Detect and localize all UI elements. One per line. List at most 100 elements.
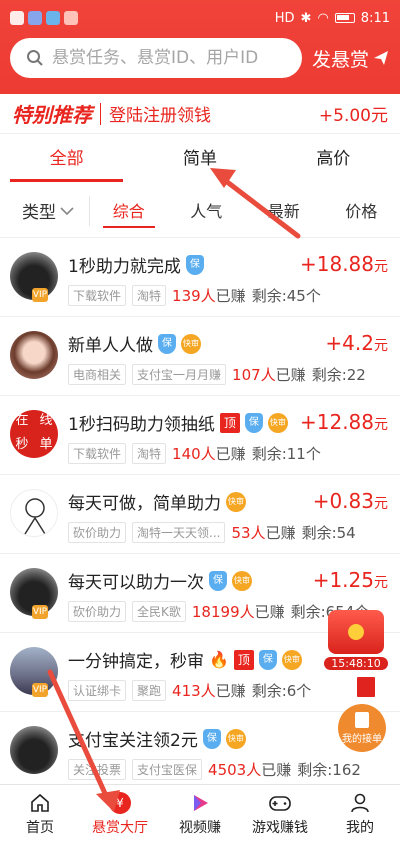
special-recommend-banner[interactable]: 特别推荐 登陆注册领钱 +5.00元 [0,94,400,134]
task-tag: 砍价助力 [68,601,127,622]
fast-review-badge: 快审 [232,570,252,591]
fast-review-badge: 快审 [181,333,201,354]
vip-badge: VIP [32,605,48,619]
reward-amount: +18.88 [299,252,374,276]
red-packet-icon [328,610,384,654]
task-title: 每天可以助力一次 [68,573,204,593]
nav-video-earn[interactable]: 视频赚 [160,785,240,844]
task-tag: 关注投票 [68,759,127,780]
earned-count: 53人已赚 [231,522,295,543]
my-orders-label: 我的接单 [342,734,382,745]
type-filter-dropdown[interactable]: 类型 [0,195,90,226]
remaining-count: 剩余:54 [301,524,356,542]
task-title-row: 支付宝关注领2元 保 快审 [68,726,246,751]
network-indicator: HD [274,10,295,26]
earned-count: 413人已赚 [172,680,246,701]
tab-simple[interactable]: 简单 [133,134,266,184]
task-tag: 淘特 [132,285,167,306]
fire-icon: 🔥 [209,650,229,669]
nav-bounty-hall[interactable]: ¥ 悬赏大厅 [80,785,160,844]
reward-unit: 元 [374,575,388,591]
task-title-row: 1秒扫码助力领抽纸 顶 保 快审 [68,410,288,435]
search-box[interactable] [10,38,302,78]
nav-mine-label: 我的 [346,820,374,836]
home-icon [31,793,49,812]
task-tag: 支付宝一月月赚 [132,364,227,385]
nav-home-label: 首页 [26,820,54,836]
task-tag: 下载软件 [68,285,127,306]
task-list: VIP 1秒助力就完成 保 +18.88元 下载软件 淘特 139人已赚 剩余:… [0,238,400,791]
avatar-char: 在 [15,413,29,428]
app-notification-icon [64,11,78,25]
fast-review-badge: 快审 [267,412,288,433]
earned-number: 139人 [172,287,216,305]
task-title-row: 1秒助力就完成 保 [68,252,204,277]
reward-unit: 元 [374,417,388,433]
status-bar: HD ✱ ◠ 8:11 [0,0,400,36]
guarantee-badge: 保 [258,649,277,670]
earned-count: 18199人已赚 [192,601,285,622]
task-tag: 淘特 [132,443,167,464]
vip-badge: VIP [32,683,48,697]
earned-suffix: 已赚 [215,445,246,463]
task-title-row: 每天可以助力一次 保 快审 [68,568,252,593]
task-reward: +18.88元 [300,252,388,276]
tab-all[interactable]: 全部 [0,134,133,184]
earned-number: 107人 [232,366,276,384]
sort-tab-overall[interactable]: 综合 [102,194,155,228]
sort-tab-popular[interactable]: 人气 [180,194,232,228]
status-time: 8:11 [360,10,390,26]
divider [100,102,101,125]
remaining-count: 剩余:11个 [251,445,321,463]
task-meta: 下载软件 淘特 140人已赚 剩余:11个 [68,443,400,464]
task-reward: +12.88元 [300,410,388,434]
reward-unit: 元 [374,496,388,512]
nav-bounty-hall-label: 悬赏大厅 [92,820,148,836]
task-title: 支付宝关注领2元 [68,731,198,751]
nav-game-earn-label: 游戏赚钱 [252,820,308,836]
task-reward: +4.2元 [325,331,388,355]
fast-review-badge: 快审 [225,728,246,749]
countdown-timer: 15:48:10 [324,657,388,670]
search-icon [27,50,43,66]
task-item[interactable]: 每天可做，简单助力 快审 +0.83元 砍价助力 淘特一天天领... 53人已赚… [0,475,400,554]
red-envelope-icon[interactable] [356,676,376,698]
avatar-char: 线 [39,413,53,428]
earned-count: 140人已赚 [172,443,246,464]
red-packet-widget[interactable]: 15:48:10 [324,610,388,670]
chevron-down-icon [60,206,74,215]
guarantee-badge: 保 [244,412,263,433]
task-item[interactable]: 新单人人做 保 快审 +4.2元 电商相关 支付宝一月月赚 107人已赚 剩余:… [0,317,400,396]
status-app-icons [10,11,78,25]
bottom-nav: 首页 ¥ 悬赏大厅 视频赚 游戏赚钱 我的 [0,784,400,844]
task-item[interactable]: 在 线 秒 单 1秒扫码助力领抽纸 顶 保 快审 +12.88元 下载软件 淘特… [0,396,400,475]
task-item[interactable]: VIP 1秒助力就完成 保 +18.88元 下载软件 淘特 139人已赚 剩余:… [0,238,400,317]
task-meta: 电商相关 支付宝一月月赚 107人已赚 剩余:22 [68,364,400,385]
tab-high-price[interactable]: 高价 [267,134,400,184]
status-right: HD ✱ ◠ 8:11 [275,11,390,26]
app-notification-icon [28,11,42,25]
earned-suffix: 已赚 [265,524,296,542]
nav-home[interactable]: 首页 [0,785,80,844]
wifi-icon: ◠ [317,10,329,26]
my-orders-button[interactable]: 我的接单 [338,704,386,752]
nav-game-earn[interactable]: 游戏赚钱 [240,785,320,844]
task-title: 新单人人做 [68,336,153,356]
task-reward: +1.25元 [313,568,388,592]
task-title: 1秒扫码助力领抽纸 [68,415,215,435]
guarantee-badge: 保 [202,728,221,749]
nav-mine[interactable]: 我的 [320,785,400,844]
task-title: 一分钟搞定，秒审 [68,652,204,672]
type-filter-label: 类型 [22,203,56,223]
earned-count: 4503人已赚 [208,759,291,780]
sort-tab-newest[interactable]: 最新 [258,194,310,228]
search-input[interactable] [52,48,282,68]
reward-amount: +4.2 [325,331,374,355]
app-header: HD ✱ ◠ 8:11 发悬赏 [0,0,400,94]
task-reward: +0.83元 [313,489,388,513]
task-tag: 淘特一天天领... [132,522,226,543]
special-text: 登陆注册领钱 [109,106,211,126]
publish-bounty-button[interactable]: 发悬赏 [312,45,389,72]
vip-badge: VIP [32,288,48,302]
sort-tab-price[interactable]: 价格 [335,194,387,228]
